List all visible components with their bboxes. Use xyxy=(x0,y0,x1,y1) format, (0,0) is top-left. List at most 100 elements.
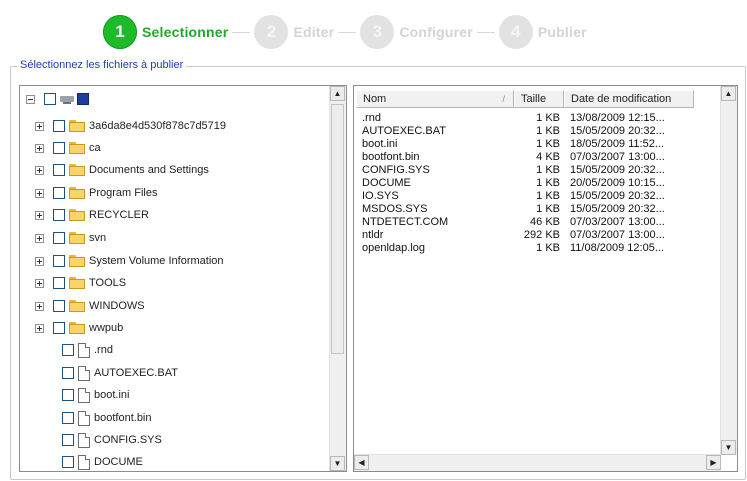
step-label: Editer xyxy=(293,24,335,40)
tree-checkbox[interactable] xyxy=(53,164,65,176)
tree-item-folder[interactable]: WINDOWS xyxy=(35,297,145,315)
file-date: 07/03/2007 13:00... xyxy=(570,229,665,241)
file-list-body: Nom / Taille Date de modification .rnd 1… xyxy=(354,86,721,455)
column-header-name[interactable]: Nom / xyxy=(356,90,514,108)
step-separator xyxy=(476,31,495,33)
folder-icon xyxy=(69,209,85,221)
list-row[interactable]: ntldr 292 KB 07/03/2007 13:00... xyxy=(356,229,694,242)
tree-checkbox[interactable] xyxy=(53,187,65,199)
tree-item-label: ca xyxy=(89,142,101,154)
list-row[interactable]: openldap.log 1 KB 11/08/2009 12:05... xyxy=(356,242,694,255)
file-date: 11/08/2009 12:05... xyxy=(570,242,664,254)
column-header-date[interactable]: Date de modification xyxy=(564,90,694,108)
expand-icon[interactable] xyxy=(35,278,44,288)
tree-item-file[interactable]: .rnd xyxy=(62,341,113,359)
tree-item-file[interactable]: DOCUME xyxy=(62,453,143,471)
computer-icon xyxy=(60,94,74,105)
tree-item-label: WINDOWS xyxy=(89,300,145,312)
expand-icon[interactable] xyxy=(35,256,44,266)
tree-checkbox[interactable] xyxy=(53,300,65,312)
step-number-circle: 4 xyxy=(498,15,533,49)
scroll-left-button[interactable]: ◀ xyxy=(354,455,369,470)
tree-checkbox[interactable] xyxy=(53,142,65,154)
tree-item-file[interactable]: CONFIG.SYS xyxy=(62,431,162,449)
tree-vertical-scrollbar[interactable]: ▲ ▼ xyxy=(329,86,346,471)
list-row[interactable]: .rnd 1 KB 13/08/2009 12:15... xyxy=(356,112,694,125)
list-horizontal-scrollbar[interactable]: ◀ ▶ xyxy=(354,454,721,471)
file-size: 1 KB xyxy=(536,164,560,176)
tree-item-file[interactable]: bootfont.bin xyxy=(62,409,152,427)
tree-checkbox[interactable] xyxy=(62,434,74,446)
tree-checkbox[interactable] xyxy=(44,93,56,105)
scroll-thumb[interactable] xyxy=(331,104,344,354)
file-icon xyxy=(78,432,90,448)
tree-item-file[interactable]: boot.ini xyxy=(62,386,129,404)
expand-icon[interactable] xyxy=(35,143,44,153)
tree-item-folder[interactable]: svn xyxy=(35,229,106,247)
list-row[interactable]: CONFIG.SYS 1 KB 15/05/2009 20:32... xyxy=(356,164,694,177)
folder-tree[interactable]: 3a6da8e4d530f878c7d5719 ca Documents and… xyxy=(19,85,347,472)
tree-item-label: AUTOEXEC.BAT xyxy=(94,367,178,379)
scroll-down-button[interactable]: ▼ xyxy=(330,456,345,471)
folder-icon xyxy=(69,300,85,312)
collapse-icon[interactable] xyxy=(26,94,35,104)
expand-icon[interactable] xyxy=(35,233,44,243)
tree-item-folder[interactable]: TOOLS xyxy=(35,274,126,292)
column-header-label: Date de modification xyxy=(571,93,672,105)
tree-checkbox[interactable] xyxy=(62,456,74,468)
tree-item-root[interactable] xyxy=(26,90,92,108)
tree-checkbox[interactable] xyxy=(62,367,74,379)
expand-icon[interactable] xyxy=(35,210,44,220)
file-date: 18/05/2009 11:52... xyxy=(570,138,664,150)
tree-checkbox[interactable] xyxy=(53,322,65,334)
file-name: CONFIG.SYS xyxy=(362,164,430,176)
tree-item-folder[interactable]: ca xyxy=(35,139,101,157)
file-list[interactable]: Nom / Taille Date de modification .rnd 1… xyxy=(353,85,738,472)
tree-checkbox[interactable] xyxy=(53,209,65,221)
tree-checkbox[interactable] xyxy=(53,277,65,289)
expand-icon[interactable] xyxy=(35,323,44,333)
list-row[interactable]: bootfont.bin 4 KB 07/03/2007 13:00... xyxy=(356,151,694,164)
file-date: 15/05/2009 20:32... xyxy=(570,190,665,202)
list-row[interactable]: boot.ini 1 KB 18/05/2009 11:52... xyxy=(356,138,694,151)
step-label: Selectionner xyxy=(142,24,229,40)
expand-icon[interactable] xyxy=(35,188,44,198)
scroll-right-button[interactable]: ▶ xyxy=(706,455,721,470)
list-row[interactable]: DOCUME 1 KB 20/05/2009 10:15... xyxy=(356,177,694,190)
tree-checkbox[interactable] xyxy=(53,120,65,132)
tree-item-label: System Volume Information xyxy=(89,255,224,267)
column-header-label: Taille xyxy=(521,93,547,105)
tree-item-label: Documents and Settings xyxy=(89,164,209,176)
tree-item-folder[interactable]: wwpub xyxy=(35,319,123,337)
tree-checkbox[interactable] xyxy=(62,412,74,424)
file-name: AUTOEXEC.BAT xyxy=(362,125,446,137)
tree-item-folder[interactable]: System Volume Information xyxy=(35,252,224,270)
tree-item-label: TOOLS xyxy=(89,277,127,289)
scroll-up-button[interactable]: ▲ xyxy=(721,86,736,101)
tree-checkbox[interactable] xyxy=(53,232,65,244)
list-row[interactable]: AUTOEXEC.BAT 1 KB 15/05/2009 20:32... xyxy=(356,125,694,138)
tree-item-label: svn xyxy=(89,232,107,244)
tree-item-folder[interactable]: RECYCLER xyxy=(35,206,149,224)
expand-icon[interactable] xyxy=(35,165,44,175)
list-row[interactable]: NTDETECT.COM 46 KB 07/03/2007 13:00... xyxy=(356,216,694,229)
tree-item-folder[interactable]: Documents and Settings xyxy=(35,161,209,179)
tree-item-folder[interactable]: 3a6da8e4d530f878c7d5719 xyxy=(35,117,226,135)
tree-checkbox[interactable] xyxy=(62,389,74,401)
tree-item-folder[interactable]: Program Files xyxy=(35,184,157,202)
scroll-up-button[interactable]: ▲ xyxy=(330,86,345,101)
tree-item-file[interactable]: AUTOEXEC.BAT xyxy=(62,364,178,382)
list-header: Nom / Taille Date de modification xyxy=(356,90,694,108)
list-vertical-scrollbar[interactable]: ▲ ▼ xyxy=(720,86,737,455)
folder-icon xyxy=(69,142,85,154)
list-row[interactable]: MSDOS.SYS 1 KB 15/05/2009 20:32... xyxy=(356,203,694,216)
step-publier: 4 Publier xyxy=(498,15,587,49)
list-row[interactable]: IO.SYS 1 KB 15/05/2009 20:32... xyxy=(356,190,694,203)
expand-icon[interactable] xyxy=(35,301,44,311)
expand-icon[interactable] xyxy=(35,121,44,131)
file-size: 1 KB xyxy=(536,138,560,150)
column-header-size[interactable]: Taille xyxy=(514,90,564,108)
tree-checkbox[interactable] xyxy=(53,255,65,267)
scroll-down-button[interactable]: ▼ xyxy=(721,440,736,455)
tree-checkbox[interactable] xyxy=(62,344,74,356)
